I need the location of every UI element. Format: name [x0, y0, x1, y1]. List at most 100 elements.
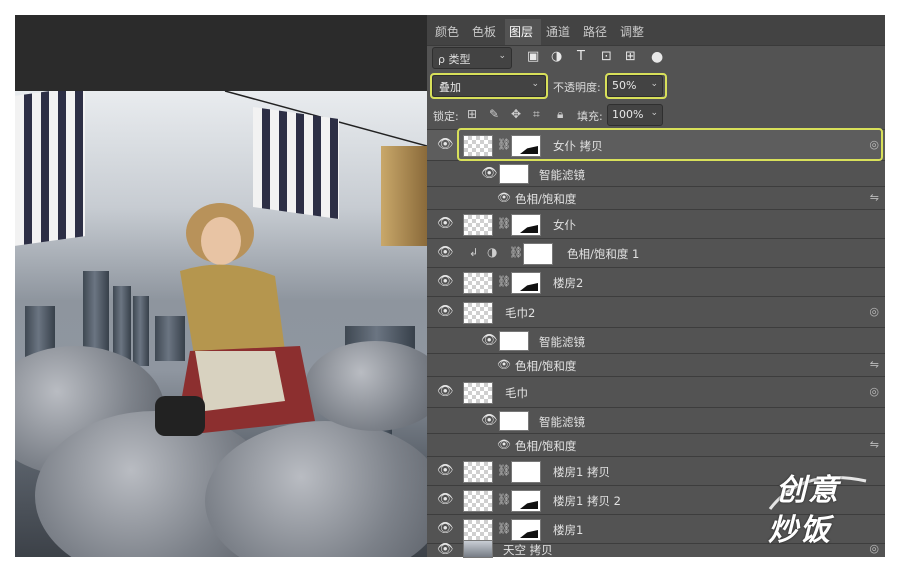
layer-mask-thumbnail[interactable]	[511, 490, 541, 512]
smart-filters-row[interactable]: 👁︎ 智能滤镜	[427, 161, 885, 187]
eye-icon[interactable]: 👁︎	[437, 216, 454, 231]
eye-icon[interactable]: 👁︎	[481, 166, 498, 181]
smart-object-filter-icon[interactable]: ⊞	[625, 49, 636, 64]
blend-mode-highlight	[430, 73, 548, 99]
lock-position-icon[interactable]: ✥	[511, 107, 521, 121]
layer-thumbnail	[463, 461, 493, 483]
fill-field[interactable]: 100% ⌄	[607, 104, 663, 126]
filter-options-icon[interactable]: ⇋	[870, 191, 879, 204]
filter-toggle-icon[interactable]: ●	[651, 49, 663, 65]
lock-label: 锁定:	[433, 110, 459, 123]
eye-icon[interactable]: 👁︎	[437, 384, 454, 399]
layer-thumbnail	[463, 540, 493, 558]
clipping-arrow-icon: ↲	[469, 246, 479, 259]
filter-item-row[interactable]: 👁︎ 色相/饱和度 ⇋	[427, 354, 885, 377]
filter-mask-thumbnail	[499, 164, 529, 184]
eye-icon[interactable]: 👁︎	[437, 521, 454, 536]
tab-paths[interactable]: 路径	[583, 23, 607, 40]
eye-icon[interactable]: 👁︎	[497, 358, 511, 371]
image-filter-icon[interactable]: ▣	[527, 49, 539, 64]
opacity-label: 不透明度:	[553, 81, 601, 94]
filter-name[interactable]: 色相/饱和度	[515, 438, 576, 454]
shape-filter-icon[interactable]: ⊡	[601, 49, 612, 64]
layer-thumbnail	[463, 519, 493, 541]
eye-icon[interactable]: 👁︎	[437, 137, 454, 152]
layer-mask-thumbnail[interactable]	[511, 272, 541, 294]
link-icon[interactable]: ⛓︎	[497, 217, 511, 230]
filter-options-icon[interactable]: ⇋	[870, 438, 879, 451]
type-filter-icon[interactable]: T	[577, 49, 585, 64]
filter-name[interactable]: 色相/饱和度	[515, 358, 576, 374]
link-icon[interactable]: ⛓︎	[497, 493, 511, 506]
layer-row[interactable]: 👁︎ ↲ ◑ ⛓︎ 色相/饱和度 1	[427, 239, 885, 268]
tab-adjustments[interactable]: 调整	[620, 23, 644, 40]
canvas-toolbar-area	[15, 15, 427, 91]
eye-icon[interactable]: 👁︎	[481, 413, 498, 428]
smart-object-thumbnail	[463, 302, 493, 324]
layer-thumbnail	[463, 490, 493, 512]
layer-filter-dropdown[interactable]: ρ 类型 ⌄	[432, 47, 512, 69]
eye-icon[interactable]: 👁︎	[437, 492, 454, 507]
panel-tab-bar: 颜色 色板 图层 通道 路径 调整	[427, 15, 885, 46]
layer-mask-thumbnail[interactable]	[523, 243, 553, 265]
tab-swatches[interactable]: 色板	[472, 23, 496, 40]
smart-filters-label: 智能滤镜	[539, 168, 585, 182]
eye-icon[interactable]: 👁︎	[481, 333, 498, 348]
smart-filters-row[interactable]: 👁︎ 智能滤镜	[427, 408, 885, 434]
striped-towel-left	[15, 91, 85, 246]
layer-name[interactable]: 毛巾2	[505, 305, 535, 321]
smart-object-thumbnail	[463, 382, 493, 404]
layer-name[interactable]: 天空 拷贝	[503, 542, 553, 558]
chevron-down-icon: ⌄	[498, 51, 506, 61]
layer-mask-thumbnail[interactable]	[511, 214, 541, 236]
smart-filters-row[interactable]: 👁︎ 智能滤镜	[427, 328, 885, 354]
layer-name[interactable]: 色相/饱和度 1	[567, 246, 639, 262]
fill-label: 填充:	[577, 110, 603, 123]
tab-channels[interactable]: 通道	[546, 23, 570, 40]
smart-filters-label: 智能滤镜	[539, 335, 585, 349]
layer-name[interactable]: 毛巾	[505, 385, 528, 401]
link-icon[interactable]: ⛓︎	[497, 275, 511, 288]
smart-filters-indicator-icon: ◎	[869, 385, 879, 398]
layer-row[interactable]: 👁︎ 毛巾 ◎	[427, 377, 885, 408]
document-canvas[interactable]	[15, 91, 427, 557]
layer-name[interactable]: 楼房1	[553, 522, 583, 538]
layer-thumbnail	[463, 272, 493, 294]
tab-layers[interactable]: 图层	[509, 23, 533, 40]
filter-item-row[interactable]: 👁︎ 色相/饱和度 ⇋	[427, 434, 885, 457]
lock-all-icon[interactable]: 🔒︎	[557, 107, 563, 122]
adjustment-filter-icon[interactable]: ◑	[551, 49, 562, 64]
layer-mask-thumbnail[interactable]	[511, 461, 541, 483]
filter-item-row[interactable]: 👁︎ 色相/饱和度 ⇋	[427, 187, 885, 210]
layer-name[interactable]: 女仆	[553, 217, 576, 233]
filter-mask-thumbnail	[499, 411, 529, 431]
eye-icon[interactable]: 👁︎	[437, 542, 454, 557]
chevron-down-icon: ⌄	[650, 108, 658, 118]
eye-icon[interactable]: 👁︎	[437, 463, 454, 478]
lock-pixels-icon[interactable]: ✎	[489, 107, 499, 121]
eye-icon[interactable]: 👁︎	[497, 191, 511, 204]
beige-towel-right	[381, 146, 427, 246]
eye-icon[interactable]: 👁︎	[437, 304, 454, 319]
eye-icon[interactable]: 👁︎	[437, 274, 454, 289]
layer-row[interactable]: 👁︎ ⛓︎ 楼房2	[427, 268, 885, 297]
eye-icon[interactable]: 👁︎	[497, 438, 511, 451]
lock-transparent-icon[interactable]: ⊞	[467, 107, 477, 121]
lock-artboard-icon[interactable]: ⌗	[533, 107, 540, 122]
layer-row[interactable]: 👁︎ ⛓︎ 女仆	[427, 210, 885, 239]
smart-filters-indicator-icon: ◎	[869, 305, 879, 318]
layer-mask-thumbnail[interactable]	[511, 519, 541, 541]
tab-color[interactable]: 颜色	[435, 23, 459, 40]
adjustment-layer-icon: ◑	[487, 245, 498, 259]
eye-icon[interactable]: 👁︎	[437, 245, 454, 260]
filter-options-icon[interactable]: ⇋	[870, 358, 879, 371]
link-icon[interactable]: ⛓︎	[497, 464, 511, 477]
layer-name[interactable]: 楼房1 拷贝 2	[553, 493, 621, 509]
layer-row[interactable]: 👁︎ 毛巾2 ◎	[427, 297, 885, 328]
filter-name[interactable]: 色相/饱和度	[515, 191, 576, 207]
opacity-highlight	[605, 73, 667, 99]
link-icon[interactable]: ⛓︎	[509, 246, 523, 259]
layer-name[interactable]: 楼房2	[553, 275, 583, 291]
layer-name[interactable]: 楼房1 拷贝	[553, 464, 610, 480]
link-icon[interactable]: ⛓︎	[497, 522, 511, 535]
